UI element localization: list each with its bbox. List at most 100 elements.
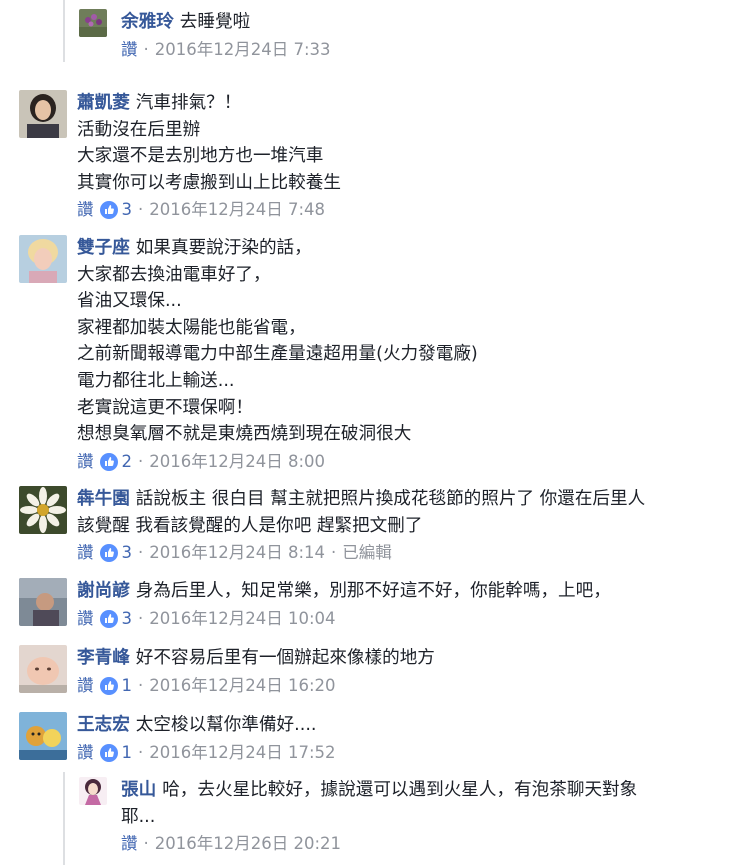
like-count-badge[interactable]: 1 [99,739,133,767]
reply-comment: 余雅玲 去睡覺啦 讚 · 2016年12月24日 7:33 [79,9,739,64]
like-count-badge[interactable]: 2 [99,448,133,476]
comment-timestamp[interactable]: 2016年12月26日 20:21 [155,830,341,858]
like-count: 3 [121,543,133,563]
like-button[interactable]: 讚 [77,196,94,224]
comment: 王志宏 太空梭以幫你準備好.... 讚 1 · 2016年12月24日 17:52 [19,712,739,767]
comment-text-line: 其實你可以考慮搬到山上比較養生 [77,172,341,193]
comment-author[interactable]: 王志宏 [77,715,130,735]
comment-actions: 讚 3 · 2016年12月24日 10:04 [77,605,739,633]
comment-actions: 讚 · 2016年12月24日 7:33 [121,36,739,64]
comment-author[interactable]: 蕭凱菱 [77,93,130,113]
avatar-image [19,235,67,283]
avatar-image [19,645,67,693]
avatar-image [19,712,67,760]
separator-dot: · [143,834,149,854]
separator-dot: · [138,200,144,220]
comment-timestamp[interactable]: 2016年12月24日 17:52 [149,739,335,767]
comment-author[interactable]: 李青峰 [77,648,130,668]
thumbs-up-icon [99,743,118,762]
like-count: 3 [121,200,133,220]
like-count-badge[interactable]: 3 [99,605,133,633]
comment-author[interactable]: 犇牛園 [77,489,130,509]
thumbs-up-icon [99,201,118,220]
comment-author[interactable]: 謝尚諺 [77,581,130,601]
avatar-image [19,90,67,138]
separator-dot: · [138,543,144,563]
separator-dot: · [143,39,149,59]
avatar-image [19,578,67,626]
comment-text-line: 好不容易后里有一個辦起來像樣的地方 [135,648,435,668]
comment-text-line: 大家還不是去別地方也一堆汽車 [77,146,324,167]
separator-dot: · [138,608,144,628]
comment-text-line: 想想臭氧層不就是東燒西燒到現在破洞很大 [77,424,412,445]
like-count-badge[interactable]: 3 [99,196,133,224]
comment-text-line: 話說板主 很白目 幫主就把照片換成花毯節的照片了 你還在后里人 [135,489,646,509]
comment-author[interactable]: 張山 [121,780,156,800]
comment-timestamp[interactable]: 2016年12月24日 7:48 [149,196,325,224]
reply-thread-line [63,0,65,62]
thumbs-up-icon [99,609,118,628]
avatar[interactable] [79,9,107,37]
comment-actions: 讚 2 · 2016年12月24日 8:00 [77,448,739,476]
like-button[interactable]: 讚 [77,605,94,633]
avatar-image [19,486,67,534]
thumbs-up-icon [99,544,118,563]
thumbs-up-icon [99,452,118,471]
comment-timestamp[interactable]: 2016年12月24日 8:00 [149,448,325,476]
comment-actions: 讚 1 · 2016年12月24日 16:20 [77,672,739,700]
comment-text-line: 汽車排氣？！ [135,93,242,113]
like-count: 1 [121,675,133,695]
comment: 雙子座 如果真要說汙染的話， 大家都去換油電車好了， 省油又環保... 家裡都加裝… [19,235,739,476]
like-button[interactable]: 讚 [121,830,138,858]
comment-timestamp[interactable]: 2016年12月24日 16:20 [149,672,335,700]
comment-body: 張山 哈，去火星比較好，據說還可以遇到火星人，有泡茶聊天對象 耶... [121,777,739,830]
comment-body: 王志宏 太空梭以幫你準備好.... [77,712,739,739]
comment-body: 余雅玲 去睡覺啦 [121,9,739,36]
like-count: 3 [121,608,133,628]
like-button[interactable]: 讚 [121,36,138,64]
comment-text-line: 大家都去換油電車好了， [77,264,271,285]
comment-text-line: 太空梭以幫你準備好.... [135,715,317,735]
like-count: 1 [121,742,133,762]
comment-timestamp[interactable]: 2016年12月24日 8:14 [149,539,325,567]
comment-body: 蕭凱菱 汽車排氣？！ 活動沒在后里辦 大家還不是去別地方也一堆汽車 其實你可以考慮… [77,90,739,196]
comment-text-line: 老實說這更不環保啊！ [77,397,253,418]
like-count: 2 [121,451,133,471]
comment-timestamp[interactable]: 2016年12月24日 10:04 [149,605,335,633]
separator-dot: · [138,742,144,762]
avatar[interactable] [19,712,67,760]
comment-text-line: 電力都往北上輸送... [77,370,235,391]
separator-dot: · [138,451,144,471]
avatar[interactable] [79,777,107,805]
comment: 李青峰 好不容易后里有一個辦起來像樣的地方 讚 1 · 2016年12月24日 1… [19,645,739,700]
comment-text-line: 該覺醒 我看該覺醒的人是你吧 趕緊把文刪了 [77,515,423,536]
like-button[interactable]: 讚 [77,739,94,767]
comment-text-line: 去睡覺啦 [179,12,251,32]
comment-text-line: 之前新聞報導電力中部生產量遠超用量(火力發電廠) [77,344,478,365]
separator-dot: · [138,675,144,695]
avatar[interactable] [19,486,67,534]
comment-actions: 讚 3 · 2016年12月24日 7:48 [77,196,739,224]
comment-actions: 讚 · 2016年12月26日 20:21 [121,830,739,858]
comment-author[interactable]: 雙子座 [77,238,130,258]
avatar[interactable] [19,645,67,693]
comment: 蕭凱菱 汽車排氣？！ 活動沒在后里辦 大家還不是去別地方也一堆汽車 其實你可以考慮… [19,90,739,224]
comment-actions: 讚 1 · 2016年12月24日 17:52 [77,739,739,767]
like-button[interactable]: 讚 [77,672,94,700]
comment-body: 李青峰 好不容易后里有一個辦起來像樣的地方 [77,645,739,672]
edited-label[interactable]: 已編輯 [342,539,392,567]
comment-body: 雙子座 如果真要說汙染的話， 大家都去換油電車好了， 省油又環保... 家裡都加裝… [77,235,739,448]
comment-body: 犇牛園 話說板主 很白目 幫主就把照片換成花毯節的照片了 你還在后里人 該覺醒 我… [77,486,739,539]
like-count-badge[interactable]: 3 [99,539,133,567]
avatar[interactable] [19,578,67,626]
avatar[interactable] [19,235,67,283]
avatar[interactable] [19,90,67,138]
comment-actions: 讚 3 · 2016年12月24日 8:14 · 已編輯 [77,539,739,567]
like-button[interactable]: 讚 [77,448,94,476]
comment-author[interactable]: 余雅玲 [121,12,174,32]
like-count-badge[interactable]: 1 [99,672,133,700]
comment-text-line: 省油又環保... [77,291,182,312]
comment-text-line: 哈，去火星比較好，據說還可以遇到火星人，有泡茶聊天對象 [162,780,638,800]
comment-timestamp[interactable]: 2016年12月24日 7:33 [155,36,331,64]
like-button[interactable]: 讚 [77,539,94,567]
